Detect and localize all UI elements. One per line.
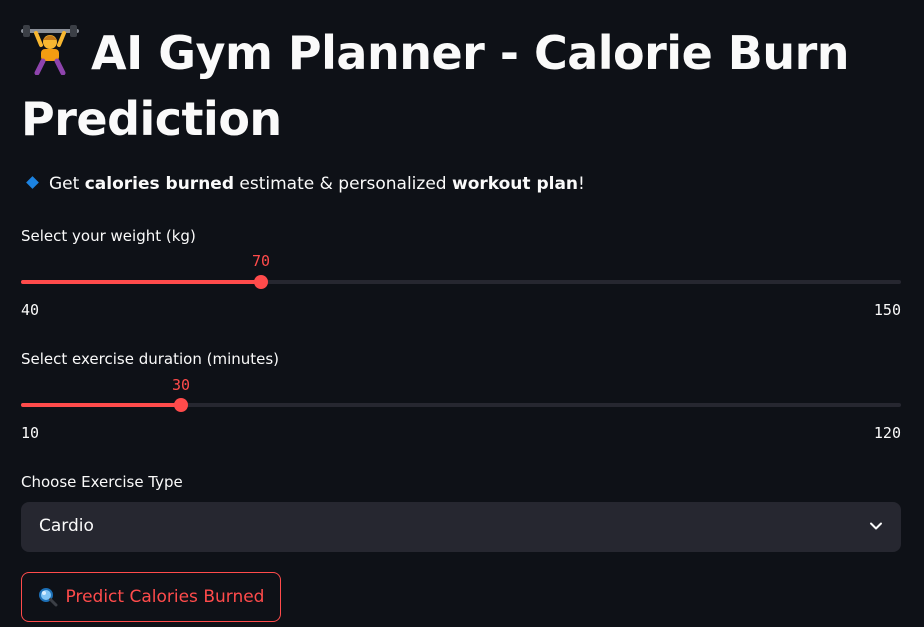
duration-slider-label: Select exercise duration (minutes)	[21, 350, 280, 368]
weight-slider-min: 40	[21, 301, 40, 319]
duration-slider-thumb[interactable]	[174, 398, 188, 412]
predict-calories-button[interactable]: Predict Calories Burned	[21, 572, 281, 622]
exercise-type-selected-value: Cardio	[39, 516, 94, 536]
duration-slider-fill	[21, 403, 181, 407]
duration-slider[interactable]: 30 10 120	[21, 374, 901, 442]
intro-text: Get calories burned estimate & personali…	[26, 174, 585, 194]
duration-slider-max: 120	[873, 424, 901, 442]
intro-middle: estimate & personalized	[234, 174, 452, 194]
chevron-down-icon[interactable]	[869, 519, 883, 533]
weight-slider-fill	[21, 280, 261, 284]
weight-slider-label: Select your weight (kg)	[21, 227, 196, 245]
duration-slider-value: 30	[171, 376, 191, 394]
intro-bold-workout: workout plan	[452, 174, 579, 194]
duration-slider-min: 10	[21, 424, 40, 442]
weight-slider[interactable]: 70 40 150	[21, 250, 901, 319]
app-page: AI Gym Planner - Calorie Burn Prediction…	[0, 0, 924, 627]
predict-calories-button-label: Predict Calories Burned	[65, 587, 265, 607]
exercise-type-label: Choose Exercise Type	[21, 473, 183, 491]
weightlifter-emoji-icon	[21, 25, 79, 75]
weight-slider-thumb[interactable]	[254, 275, 268, 289]
magnifying-glass-emoji-icon	[38, 588, 58, 607]
intro-prefix: Get	[49, 174, 85, 194]
page-title-text: AI Gym Planner - Calorie Burn Prediction	[21, 26, 850, 146]
weight-slider-value: 70	[251, 252, 271, 270]
weight-slider-max: 150	[873, 301, 901, 319]
intro-bold-calories: calories burned	[84, 174, 234, 194]
exercise-type-select[interactable]: Cardio	[21, 502, 901, 552]
small-blue-diamond-icon	[26, 176, 39, 189]
page-title: AI Gym Planner - Calorie Burn Prediction	[21, 20, 901, 152]
intro-suffix: !	[578, 174, 585, 194]
